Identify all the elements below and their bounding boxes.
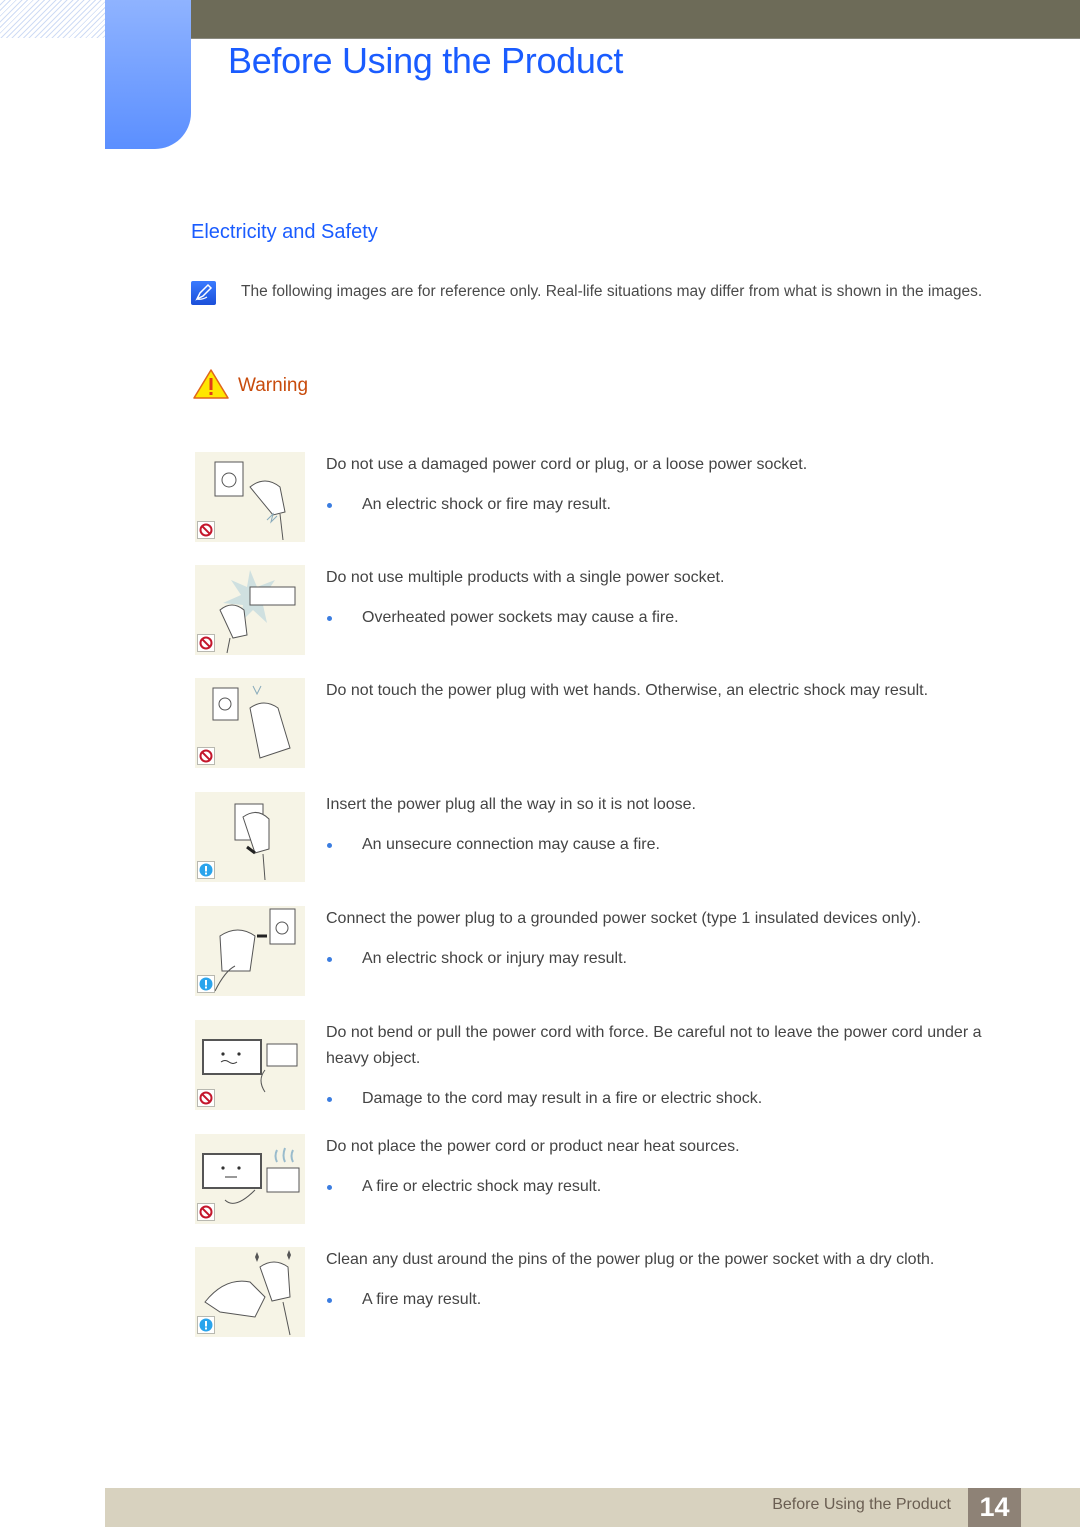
caution-icon: [197, 1316, 215, 1334]
warning-item-text: Do not bend or pull the power cord with …: [326, 1020, 1006, 1112]
warning-item-text: Do not touch the power plug with wet han…: [326, 678, 1006, 704]
section-title: Electricity and Safety: [191, 221, 378, 243]
header-hatch-decoration: [0, 0, 105, 38]
bullet-dot-icon: [327, 1298, 332, 1303]
warning-instruction: Do not bend or pull the power cord with …: [326, 1024, 982, 1067]
bullet-dot-icon: [327, 503, 332, 508]
warning-consequence: An electric shock or fire may result.: [326, 492, 1006, 518]
clean-plug-illustration: [195, 1247, 305, 1337]
wet-hands-plug-illustration: [195, 678, 305, 768]
bullet-dot-icon: [327, 616, 332, 621]
warning-consequence-text: An unsecure connection may cause a fire.: [362, 836, 660, 853]
warning-consequence: A fire may result.: [326, 1287, 1006, 1313]
bullet-dot-icon: [327, 1097, 332, 1102]
warning-consequence: Overheated power sockets may cause a fir…: [326, 605, 1006, 631]
warning-consequence-text: Overheated power sockets may cause a fir…: [362, 609, 679, 626]
damaged-plug-illustration: [195, 452, 305, 542]
warning-consequence: Damage to the cord may result in a fire …: [326, 1086, 1006, 1112]
footer-chapter-label: Before Using the Product: [772, 1496, 951, 1513]
note-pencil-icon: [191, 281, 216, 305]
warning-instruction: Do not place the power cord or product n…: [326, 1138, 740, 1155]
warning-instruction: Clean any dust around the pins of the po…: [326, 1251, 935, 1268]
warning-instruction: Do not use multiple products with a sing…: [326, 569, 725, 586]
page-footer: Before Using the Product 14: [105, 1488, 1080, 1527]
multi-socket-illustration: [195, 565, 305, 655]
bullet-dot-icon: [327, 957, 332, 962]
page-title: Before Using the Product: [228, 40, 624, 81]
warning-item-text: Connect the power plug to a grounded pow…: [326, 906, 1006, 972]
prohibited-icon: [197, 634, 215, 652]
warning-consequence: An electric shock or injury may result.: [326, 946, 1006, 972]
page-number: 14: [968, 1488, 1021, 1527]
prohibited-icon: [197, 521, 215, 539]
warning-consequence: An unsecure connection may cause a fire.: [326, 832, 1006, 858]
cord-under-object-illustration: [195, 1020, 305, 1110]
note-text: The following images are for reference o…: [241, 283, 983, 300]
warning-consequence-text: Damage to the cord may result in a fire …: [362, 1090, 763, 1107]
warning-item-text: Do not use a damaged power cord or plug,…: [326, 452, 1006, 518]
grounded-socket-illustration: [195, 906, 305, 996]
warning-instruction: Do not use a damaged power cord or plug,…: [326, 456, 808, 473]
warning-consequence-text: A fire or electric shock may result.: [362, 1178, 602, 1195]
prohibited-icon: [197, 747, 215, 765]
warning-label: Warning: [238, 375, 309, 396]
header-bar: [190, 0, 1080, 39]
bullet-dot-icon: [327, 1185, 332, 1190]
warning-consequence-text: An electric shock or fire may result.: [362, 496, 611, 513]
warning-item-text: Insert the power plug all the way in so …: [326, 792, 1006, 858]
warning-instruction: Do not touch the power plug with wet han…: [326, 682, 929, 699]
warning-consequence-text: A fire may result.: [362, 1291, 482, 1308]
warning-instruction: Connect the power plug to a grounded pow…: [326, 910, 922, 927]
bullet-dot-icon: [327, 843, 332, 848]
prohibited-icon: [197, 1203, 215, 1221]
heat-source-illustration: [195, 1134, 305, 1224]
warning-consequence-text: An electric shock or injury may result.: [362, 950, 627, 967]
caution-icon: [197, 861, 215, 879]
warning-instruction: Insert the power plug all the way in so …: [326, 796, 696, 813]
warning-item-text: Do not place the power cord or product n…: [326, 1134, 1006, 1200]
prohibited-icon: [197, 1089, 215, 1107]
warning-triangle-icon: [193, 369, 229, 404]
insert-plug-illustration: [195, 792, 305, 882]
warning-item-text: Do not use multiple products with a sing…: [326, 565, 1006, 631]
caution-icon: [197, 975, 215, 993]
warning-consequence: A fire or electric shock may result.: [326, 1174, 1006, 1200]
chapter-tab-decoration: [105, 0, 191, 149]
warning-item-text: Clean any dust around the pins of the po…: [326, 1247, 1006, 1313]
